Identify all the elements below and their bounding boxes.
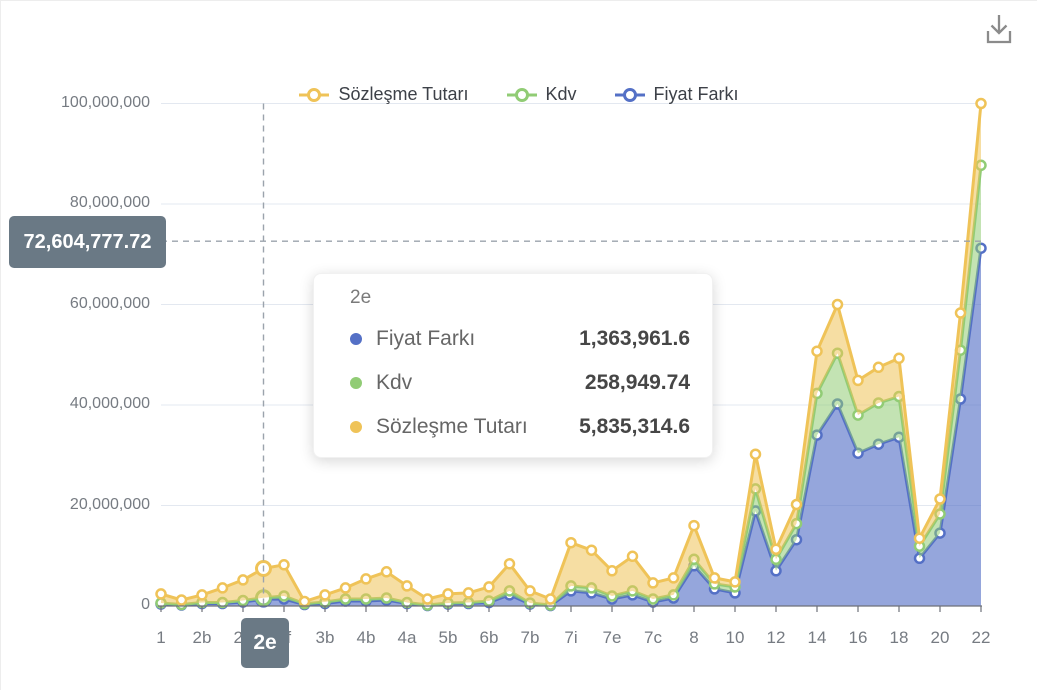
y-axis-label: 20,000,000	[70, 496, 150, 514]
download-button[interactable]	[983, 12, 1015, 48]
data-point-marker	[854, 376, 863, 385]
y-axis-label: 60,000,000	[70, 295, 150, 313]
data-point-marker	[198, 590, 207, 599]
data-point-marker	[915, 534, 924, 543]
series-dot-sozlesme-tutari	[350, 421, 362, 433]
data-point-marker	[341, 583, 350, 592]
data-point-marker	[239, 575, 248, 584]
data-point-marker	[874, 363, 883, 372]
data-point-marker	[444, 589, 453, 598]
x-axis-label: 22	[941, 628, 1021, 648]
data-point-marker	[690, 521, 699, 530]
tooltip-series-label: Sözleşme Tutarı	[376, 415, 528, 439]
x-axis	[158, 606, 982, 612]
data-point-marker	[403, 581, 412, 590]
data-point-marker	[751, 450, 760, 459]
tooltip-row: Sözleşme Tutarı 5,835,314.6	[350, 405, 690, 449]
data-point-marker	[526, 586, 535, 595]
data-point-marker	[485, 582, 494, 591]
legend-item-label: Kdv	[546, 84, 577, 105]
data-point-marker	[587, 546, 596, 555]
tooltip-series-value: 1,363,961.6	[579, 327, 690, 351]
data-point-marker	[157, 589, 166, 598]
data-point-marker	[464, 588, 473, 597]
series-dot-kdv	[350, 377, 362, 389]
data-point-marker	[772, 545, 781, 554]
legend-item-sozlesme-tutari[interactable]: Sözleşme Tutarı	[299, 84, 468, 105]
data-point-marker	[895, 354, 904, 363]
data-point-marker	[300, 597, 309, 606]
y-axis-label: 40,000,000	[70, 395, 150, 413]
legend-marker-icon	[299, 87, 329, 103]
data-point-marker	[280, 560, 289, 569]
legend-item-label: Sözleşme Tutarı	[338, 84, 468, 105]
tooltip-series-value: 5,835,314.6	[579, 415, 690, 439]
y-axis-pointer-badge: 72,604,777.72	[9, 216, 166, 268]
chart-legend: Sözleşme Tutarı Kdv Fiyat Farkı	[1, 84, 1037, 105]
data-point-marker	[608, 566, 617, 575]
legend-item-label: Fiyat Farkı	[654, 84, 739, 105]
tooltip-series-label: Kdv	[376, 371, 412, 395]
data-point-marker	[649, 578, 658, 587]
chart-tooltip: 2e Fiyat Farkı 1,363,961.6 Kdv 258,949.7…	[313, 273, 713, 458]
data-point-marker	[321, 590, 330, 599]
chart-container: Sözleşme Tutarı Kdv Fiyat Farkı 72,604,777…	[0, 0, 1037, 690]
tooltip-row: Kdv 258,949.74	[350, 361, 690, 405]
data-point-marker	[813, 347, 822, 356]
data-point-marker	[362, 574, 371, 583]
tooltip-row: Fiyat Farkı 1,363,961.6	[350, 317, 690, 361]
x-axis-pointer-badge: 2e	[241, 618, 289, 668]
data-point-marker	[382, 567, 391, 576]
data-point-marker	[177, 596, 186, 605]
legend-item-fiyat-farki[interactable]: Fiyat Farkı	[615, 84, 739, 105]
data-point-marker	[567, 538, 576, 547]
legend-marker-icon	[615, 87, 645, 103]
data-point-marker	[669, 573, 678, 582]
data-point-marker	[833, 300, 842, 309]
data-point-marker	[710, 573, 719, 582]
data-point-marker	[218, 583, 227, 592]
series-dot-fiyat-farki	[350, 333, 362, 345]
tooltip-title: 2e	[350, 287, 690, 309]
y-axis-label: 0	[141, 596, 150, 614]
data-point-marker	[423, 595, 432, 604]
data-point-marker	[792, 500, 801, 509]
data-point-marker	[731, 577, 740, 586]
legend-marker-icon	[507, 87, 537, 103]
data-point-marker	[628, 552, 637, 561]
data-point-marker	[546, 595, 555, 604]
data-point-marker	[505, 559, 514, 568]
data-point-marker	[956, 309, 965, 318]
download-icon	[983, 12, 1015, 48]
data-point-marker	[936, 495, 945, 504]
legend-item-kdv[interactable]: Kdv	[507, 84, 577, 105]
tooltip-series-label: Fiyat Farkı	[376, 327, 475, 351]
y-axis-label: 80,000,000	[70, 194, 150, 212]
tooltip-series-value: 258,949.74	[585, 371, 690, 395]
